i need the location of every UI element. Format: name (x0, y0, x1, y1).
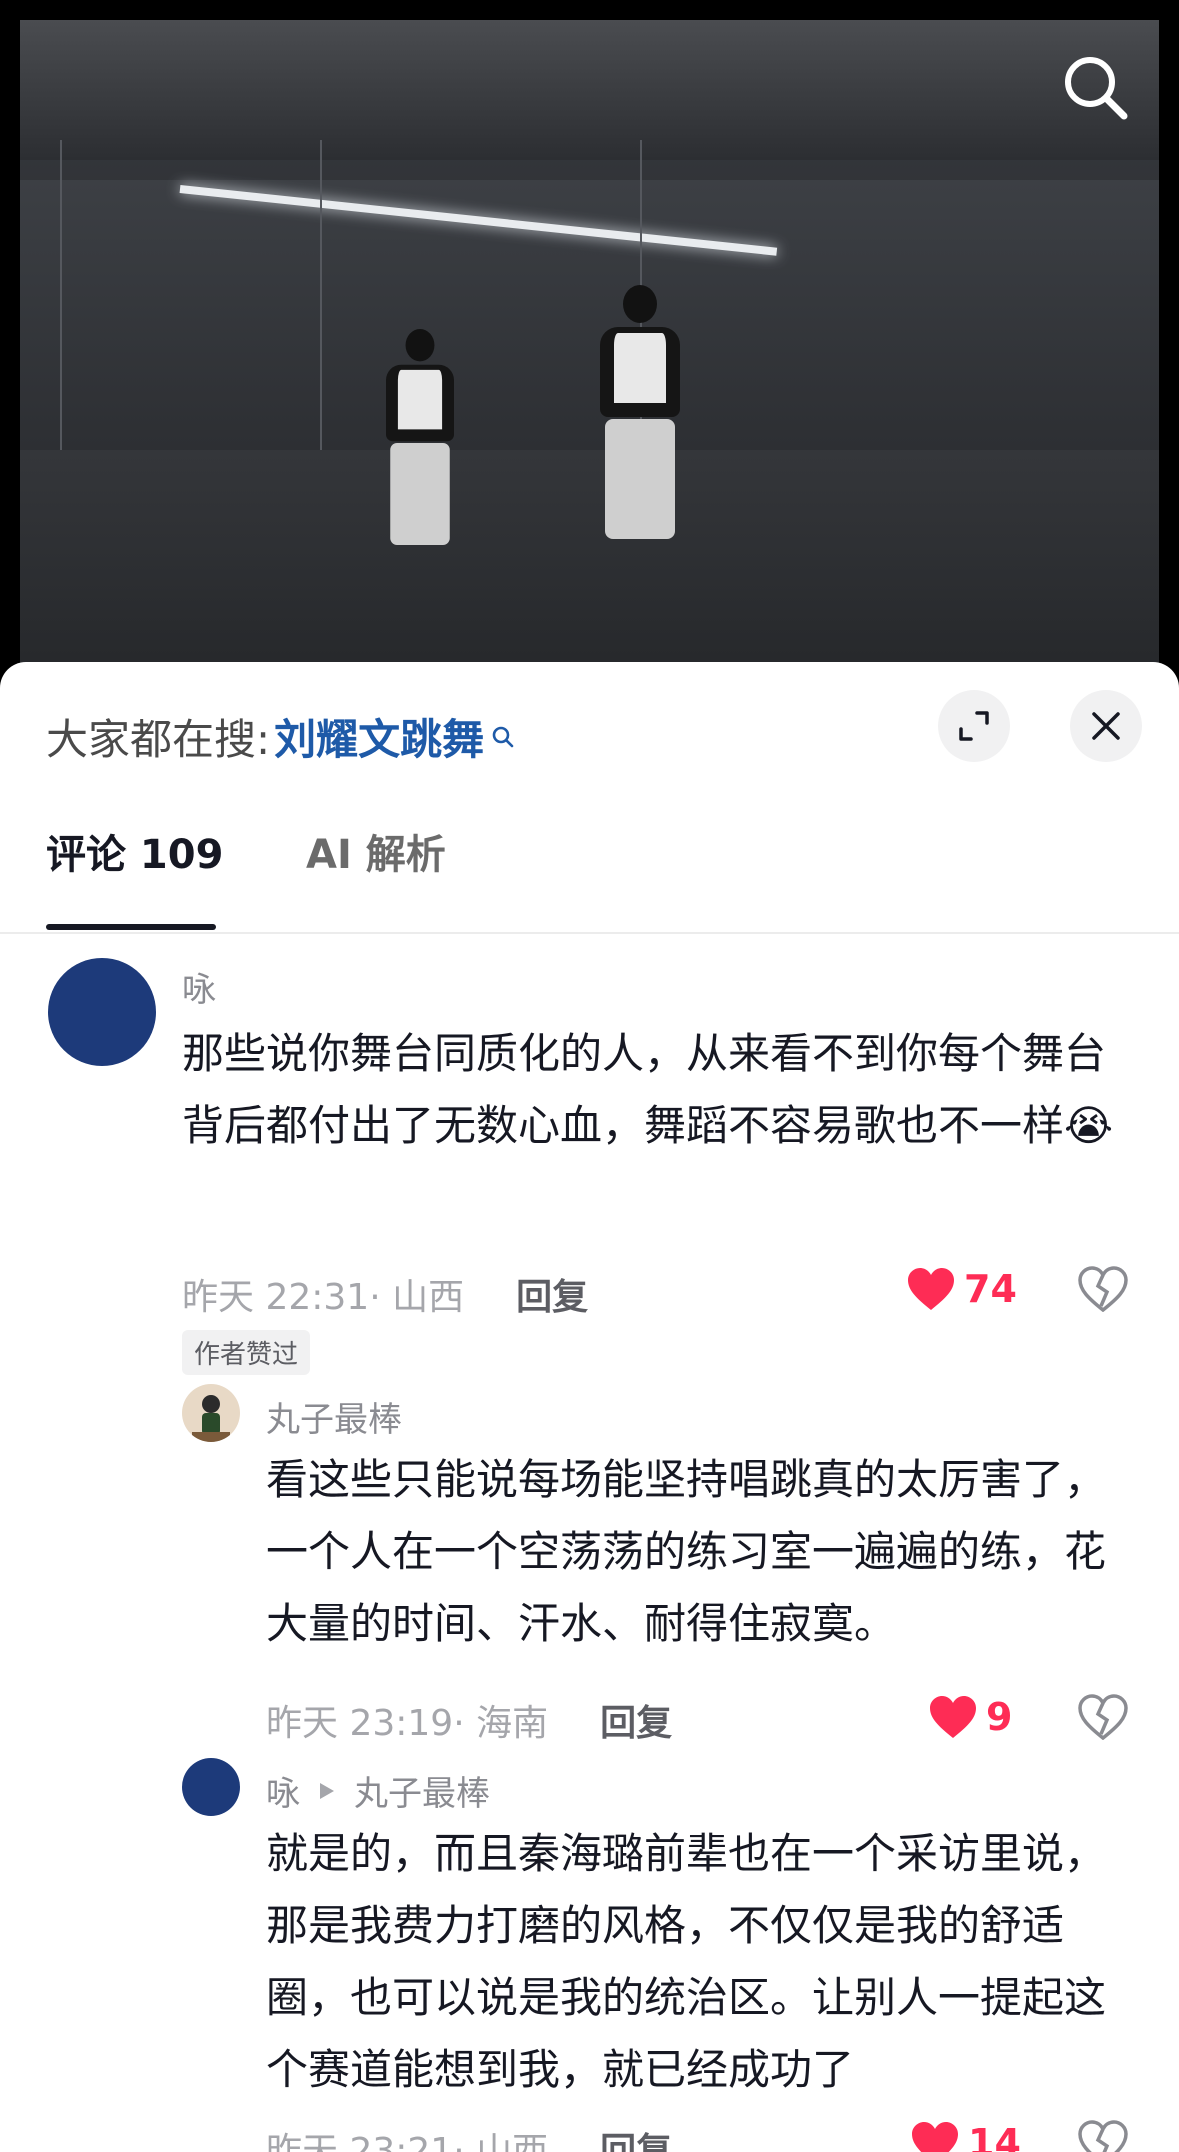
comment-location: · 海南 (453, 1703, 549, 1744)
comment-time: 昨天 23:19 (266, 1703, 454, 1744)
reply-header: 咏 丸子最棒 (266, 1766, 490, 1815)
expand-icon (959, 711, 989, 741)
author-liked-badge: 作者赞过 (182, 1330, 311, 1375)
broken-heart-icon (1078, 1266, 1128, 1313)
avatar[interactable] (182, 1384, 240, 1442)
ceiling (20, 20, 1159, 160)
heart-filled-icon (908, 1268, 954, 1310)
tab-ai-analysis[interactable]: AI 解析 (306, 822, 446, 932)
active-tab-indicator (46, 924, 216, 930)
close-button[interactable] (1070, 690, 1142, 762)
dancer (600, 285, 680, 539)
dislike-button[interactable] (1078, 1266, 1128, 1316)
video-frame (20, 20, 1159, 680)
reply-button[interactable]: 回复 (516, 1268, 588, 1320)
back-wall (20, 180, 1159, 480)
comment-tabs: 评论 109 AI 解析 (0, 822, 1179, 934)
reply-button[interactable]: 回复 (600, 1694, 672, 1746)
hot-search-link[interactable]: 大家都在搜: 刘耀文跳舞 (46, 706, 516, 767)
hot-search-keyword[interactable]: 刘耀文跳舞 (274, 706, 484, 767)
comment-time: 昨天 23:21 (266, 2131, 454, 2152)
tab-comments[interactable]: 评论 109 (46, 822, 223, 932)
reply-button[interactable]: 回复 (600, 2122, 672, 2152)
like-count: 14 (968, 2121, 1021, 2152)
mirror-edge (60, 140, 62, 500)
heart-filled-icon (912, 2122, 958, 2152)
like-count: 9 (986, 1695, 1013, 1739)
broken-heart-icon (1078, 2120, 1128, 2152)
dislike-button[interactable] (1078, 1694, 1128, 1744)
floor (20, 450, 1159, 680)
video-player[interactable] (0, 0, 1179, 680)
play-arrow-icon (320, 1782, 334, 1799)
comment-username[interactable]: 咏 (182, 962, 216, 1011)
comment-time: 昨天 22:31 (182, 1277, 370, 1318)
avatar[interactable] (48, 958, 156, 1066)
comment-text: 就是的，而且秦海璐前辈也在一个采访里说，那是我费力打磨的风格，不仅仅是我的舒适圈… (266, 1829, 1107, 2094)
heart-filled-icon (930, 1696, 976, 1738)
like-button[interactable]: 14 (910, 2120, 1021, 2152)
comment-location: · 山西 (453, 2131, 549, 2152)
comment-meta: 昨天 23:21 · 山西 回复 (266, 2122, 672, 2152)
like-count: 74 (964, 1267, 1017, 1311)
dislike-button[interactable] (1078, 2120, 1128, 2152)
comment-location: · 山西 (369, 1277, 465, 1318)
like-button[interactable]: 9 (928, 1694, 1012, 1740)
avatar-figure (192, 1395, 230, 1442)
search-button[interactable] (1060, 52, 1130, 122)
comment-meta: 昨天 22:31 · 山西 回复 (182, 1268, 588, 1320)
mirror-edge (320, 140, 322, 500)
comment-username[interactable]: 丸子最棒 (266, 1392, 402, 1441)
hot-search-prefix: 大家都在搜: (46, 715, 271, 764)
dancer-reflection (386, 329, 454, 545)
comment-text: 看这些只能说每场能坚持唱跳真的太厉害了，一个人在一个空荡荡的练习室一遍遍的练，花… (266, 1455, 1107, 1648)
reply-to-username[interactable]: 丸子最棒 (354, 1766, 490, 1815)
comments-sheet: 大家都在搜: 刘耀文跳舞 评论 109 AI 解析 咏 那些说你舞台同质化的人，… (0, 662, 1179, 2152)
avatar[interactable] (182, 1758, 240, 1816)
comment-username[interactable]: 咏 (266, 1766, 300, 1815)
close-icon (1092, 712, 1120, 740)
like-button[interactable]: 74 (906, 1266, 1017, 1312)
search-icon (492, 726, 514, 747)
expand-button[interactable] (938, 690, 1010, 762)
comment-meta: 昨天 23:19 · 海南 回复 (266, 1694, 672, 1746)
search-icon (1065, 57, 1128, 120)
broken-heart-icon (1078, 1694, 1128, 1741)
comment-text: 那些说你舞台同质化的人，从来看不到你每个舞台背后都付出了无数心血，舞蹈不容易歌也… (182, 1029, 1114, 1150)
